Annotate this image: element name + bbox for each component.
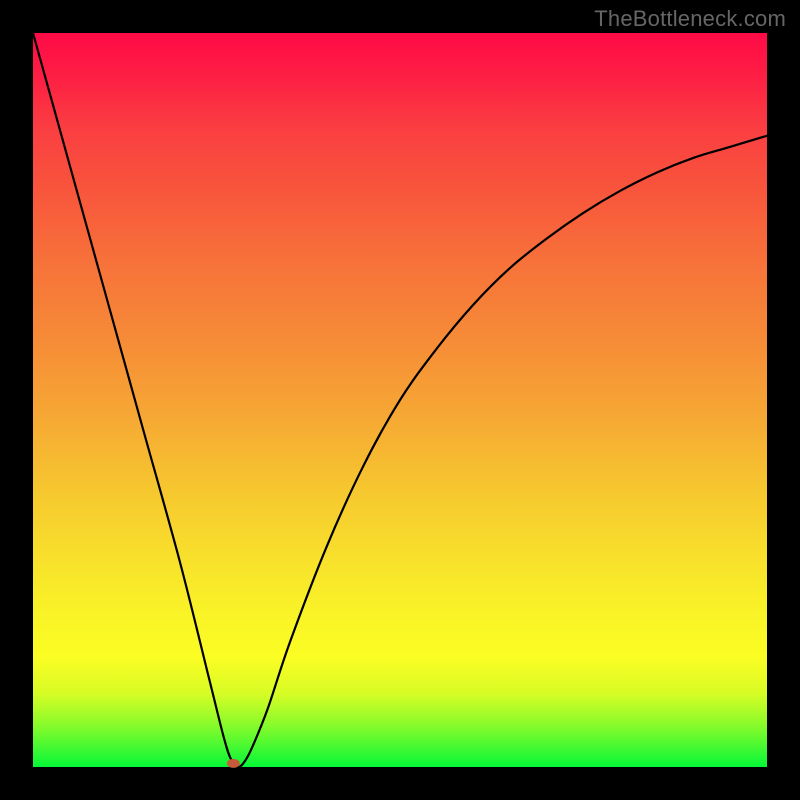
min-marker xyxy=(227,759,239,767)
plot-area xyxy=(33,33,767,767)
chart-frame: TheBottleneck.com xyxy=(0,0,800,800)
curve-svg xyxy=(33,33,767,767)
watermark-text: TheBottleneck.com xyxy=(594,6,786,32)
bottleneck-curve xyxy=(33,33,767,767)
